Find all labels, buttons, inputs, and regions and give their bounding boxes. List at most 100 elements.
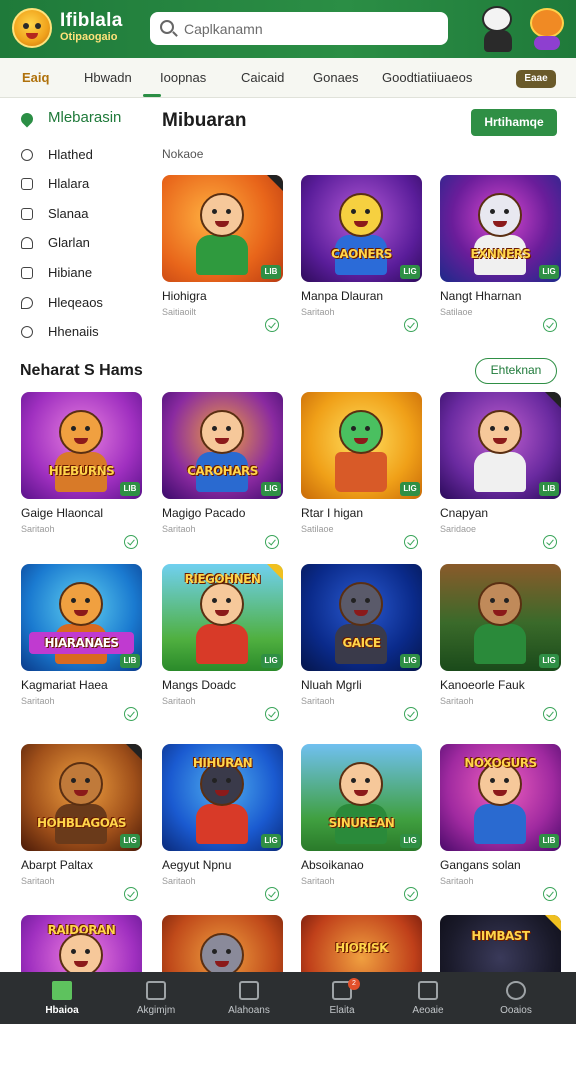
- app-logo-subtitle: Otipaogaio: [60, 31, 118, 43]
- featured-game-card[interactable]: EXNNERS LIG Nangt Hharnan Satilaoe: [440, 175, 561, 335]
- nav-item-profile[interactable]: Ooaios: [468, 972, 564, 1024]
- game-card[interactable]: RIEGOHNEN LIG Mangs Doadc Saritaoh: [162, 564, 283, 724]
- game-thumbnail[interactable]: RIEGOHNEN LIG: [162, 564, 283, 671]
- favorite-icon[interactable]: [404, 318, 418, 332]
- nav-label: Ooaios: [500, 1005, 532, 1016]
- sidebar-item-6[interactable]: Hibiane: [18, 262, 148, 286]
- game-name: Absoikanao: [301, 858, 364, 872]
- search-input[interactable]: Caplkanamn: [150, 12, 448, 45]
- favorite-icon[interactable]: [265, 535, 279, 549]
- tab-2[interactable]: Hbwadn: [84, 70, 132, 85]
- favorite-icon[interactable]: [404, 887, 418, 901]
- game-card[interactable]: NOXOGURS LIB Gangans solan Saritaoh: [440, 744, 561, 904]
- game-thumbnail[interactable]: EXNNERS LIG: [440, 175, 561, 282]
- game-thumbnail[interactable]: LIB: [440, 392, 561, 499]
- sidebar-item-label: Hleqeaos: [48, 295, 103, 310]
- game-name: Kanoeorle Fauk: [440, 678, 525, 692]
- game-thumbnail[interactable]: CAROHARS LIG: [162, 392, 283, 499]
- game-name: Hiohigra: [162, 289, 207, 303]
- nav-item-messages[interactable]: Aeoaie: [380, 972, 476, 1024]
- favorite-icon[interactable]: [543, 535, 557, 549]
- game-thumbnail[interactable]: LIG: [301, 392, 422, 499]
- favorite-icon[interactable]: [543, 707, 557, 721]
- section-title: Neharat S Hams: [20, 362, 143, 379]
- upload-icon: [146, 981, 166, 1000]
- app-logo-title[interactable]: Ifiblala: [60, 10, 123, 32]
- favorite-icon[interactable]: [543, 887, 557, 901]
- see-all-button[interactable]: Ehteknan: [475, 358, 557, 384]
- location-pin-icon: [18, 110, 36, 128]
- favorite-icon[interactable]: [404, 535, 418, 549]
- game-banner: HIORISK: [335, 941, 388, 955]
- active-tab-indicator: [143, 94, 161, 97]
- tab-3[interactable]: Ioopnas: [160, 70, 206, 85]
- sidebar-item-8[interactable]: Hhenaiis: [18, 321, 148, 345]
- sidebar-item-4[interactable]: Slanaa: [18, 203, 148, 227]
- logo-mascot-icon[interactable]: [12, 8, 52, 48]
- nav-item-cart[interactable]: 2 Elaita: [294, 972, 390, 1024]
- game-card[interactable]: HIARANAES LIB Kagmariat Haea Saritaoh: [21, 564, 142, 724]
- game-card[interactable]: GAICE LIG Nluah Mgrli Saritaoh: [301, 564, 422, 724]
- featured-game-card[interactable]: LIB Hiohigra Saitiaoilt: [162, 175, 283, 335]
- tab-6[interactable]: Goodtiatiiuaeos: [382, 70, 472, 85]
- game-card[interactable]: SINUREAN LIG Absoikanao Saritaoh: [301, 744, 422, 904]
- game-tag: LIG: [400, 482, 420, 496]
- favorite-icon[interactable]: [265, 318, 279, 332]
- tab-4[interactable]: Caicaid: [241, 70, 284, 85]
- primary-action-button[interactable]: Hrtihamqe: [471, 109, 557, 136]
- favorite-icon[interactable]: [404, 707, 418, 721]
- game-tag: LIB: [120, 482, 140, 496]
- game-provider: Saritaoh: [301, 696, 335, 706]
- game-card[interactable]: LIG Rtar I higan Satilaoe: [301, 392, 422, 552]
- game-card[interactable]: LIB Cnapyan Saridaoe: [440, 392, 561, 552]
- sidebar-item-1[interactable]: Mlebarasin: [18, 108, 148, 132]
- game-card[interactable]: CAROHARS LIG Magigo Pacado Saritaoh: [162, 392, 283, 552]
- nav-label: Aeoaie: [412, 1005, 444, 1016]
- game-thumbnail[interactable]: LIG: [440, 564, 561, 671]
- favorite-icon[interactable]: [124, 535, 138, 549]
- featured-game-card[interactable]: CAONERS LIG Manpa Dlauran Saritaoh: [301, 175, 422, 335]
- game-thumbnail[interactable]: HIARANAES LIB: [21, 564, 142, 671]
- tab-5[interactable]: Gonaes: [313, 70, 359, 85]
- game-name: Gangans solan: [440, 858, 521, 872]
- favorite-icon[interactable]: [124, 887, 138, 901]
- favorite-icon[interactable]: [543, 318, 557, 332]
- game-thumbnail[interactable]: GAICE LIG: [301, 564, 422, 671]
- game-thumbnail[interactable]: LIB: [162, 175, 283, 282]
- game-banner: GAICE: [342, 636, 381, 650]
- game-tag: LIG: [400, 265, 420, 279]
- search-icon: [160, 20, 174, 34]
- game-thumbnail[interactable]: HOHBLAGOAS LIG: [21, 744, 142, 851]
- game-card[interactable]: HOHBLAGOAS LIG Abarpt Paltax Saritaoh: [21, 744, 142, 904]
- sidebar: Mlebarasin Hlathed Hlalara Slanaa Glarla…: [0, 100, 150, 350]
- tab-badge-button[interactable]: Eaae: [516, 70, 556, 88]
- favorite-icon[interactable]: [265, 707, 279, 721]
- sidebar-item-3[interactable]: Hlalara: [18, 173, 148, 197]
- favorite-icon[interactable]: [265, 887, 279, 901]
- game-name: Abarpt Paltax: [21, 858, 94, 872]
- game-thumbnail[interactable]: SINUREAN LIG: [301, 744, 422, 851]
- game-banner: RIEGOHNEN: [184, 572, 261, 586]
- game-tag: LIG: [400, 654, 420, 668]
- page-subtitle: Nokaoe: [162, 147, 204, 161]
- favorite-icon[interactable]: [124, 707, 138, 721]
- tab-1[interactable]: Eaiq: [22, 70, 49, 85]
- game-provider: Saritaoh: [301, 876, 335, 886]
- game-provider: Saritaoh: [440, 876, 474, 886]
- nav-item-upload[interactable]: Akgimjm: [108, 972, 204, 1024]
- game-thumbnail[interactable]: HIEBURNS LIB: [21, 392, 142, 499]
- game-thumbnail[interactable]: NOXOGURS LIB: [440, 744, 561, 851]
- nav-item-home[interactable]: Hbaioa: [14, 972, 110, 1024]
- sidebar-item-label: Hibiane: [48, 265, 93, 280]
- game-card[interactable]: LIG Kanoeorle Fauk Saritaoh: [440, 564, 561, 724]
- nav-item-square[interactable]: Alahoans: [201, 972, 297, 1024]
- sidebar-item-5[interactable]: Glarlan: [18, 232, 148, 256]
- game-tag: LIG: [261, 834, 281, 848]
- game-card[interactable]: HIEBURNS LIB Gaige Hlaoncal Saritaoh: [21, 392, 142, 552]
- game-thumbnail[interactable]: CAONERS LIG: [301, 175, 422, 282]
- game-name: Cnapyan: [440, 506, 489, 520]
- sidebar-item-7[interactable]: Hleqeaos: [18, 292, 148, 316]
- game-thumbnail[interactable]: HIHURAN LIG: [162, 744, 283, 851]
- game-card[interactable]: HIHURAN LIG Aegyut Npnu Saritaoh: [162, 744, 283, 904]
- sidebar-item-2[interactable]: Hlathed: [18, 144, 148, 168]
